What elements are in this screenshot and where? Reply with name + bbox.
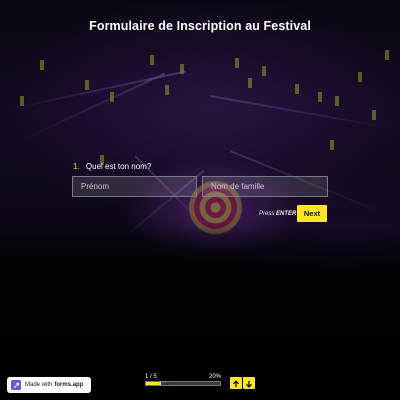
- arrow-up-icon: [232, 376, 240, 391]
- enter-key-label: ENTER: [276, 211, 297, 217]
- made-with-badge[interactable]: Made with forms.app: [7, 377, 91, 393]
- progress-bar: [145, 381, 221, 386]
- next-button[interactable]: Next: [297, 205, 327, 222]
- question-label: 1. Quel est ton nom?: [73, 162, 151, 171]
- first-name-input[interactable]: [72, 176, 197, 197]
- last-name-input[interactable]: [202, 176, 328, 197]
- enter-key-hint: Press ENTER: [259, 211, 297, 217]
- question-text: Quel est ton nom?: [85, 162, 152, 171]
- badge-prefix: Made with: [25, 382, 53, 388]
- badge-brand: forms.app: [54, 382, 84, 388]
- progress-bar-fill: [146, 382, 161, 385]
- form-title: Formulaire de Inscription au Festival: [89, 19, 311, 33]
- progress-percent: 20%: [209, 374, 222, 380]
- progress-count: 1 / 5: [145, 374, 157, 380]
- arrow-down-icon: [245, 376, 253, 391]
- forms-app-logo-icon: [11, 380, 21, 390]
- concert-background-image: [0, 0, 400, 400]
- next-question-button[interactable]: [243, 377, 255, 389]
- previous-question-button[interactable]: [230, 377, 242, 389]
- question-number: 1.: [73, 162, 80, 171]
